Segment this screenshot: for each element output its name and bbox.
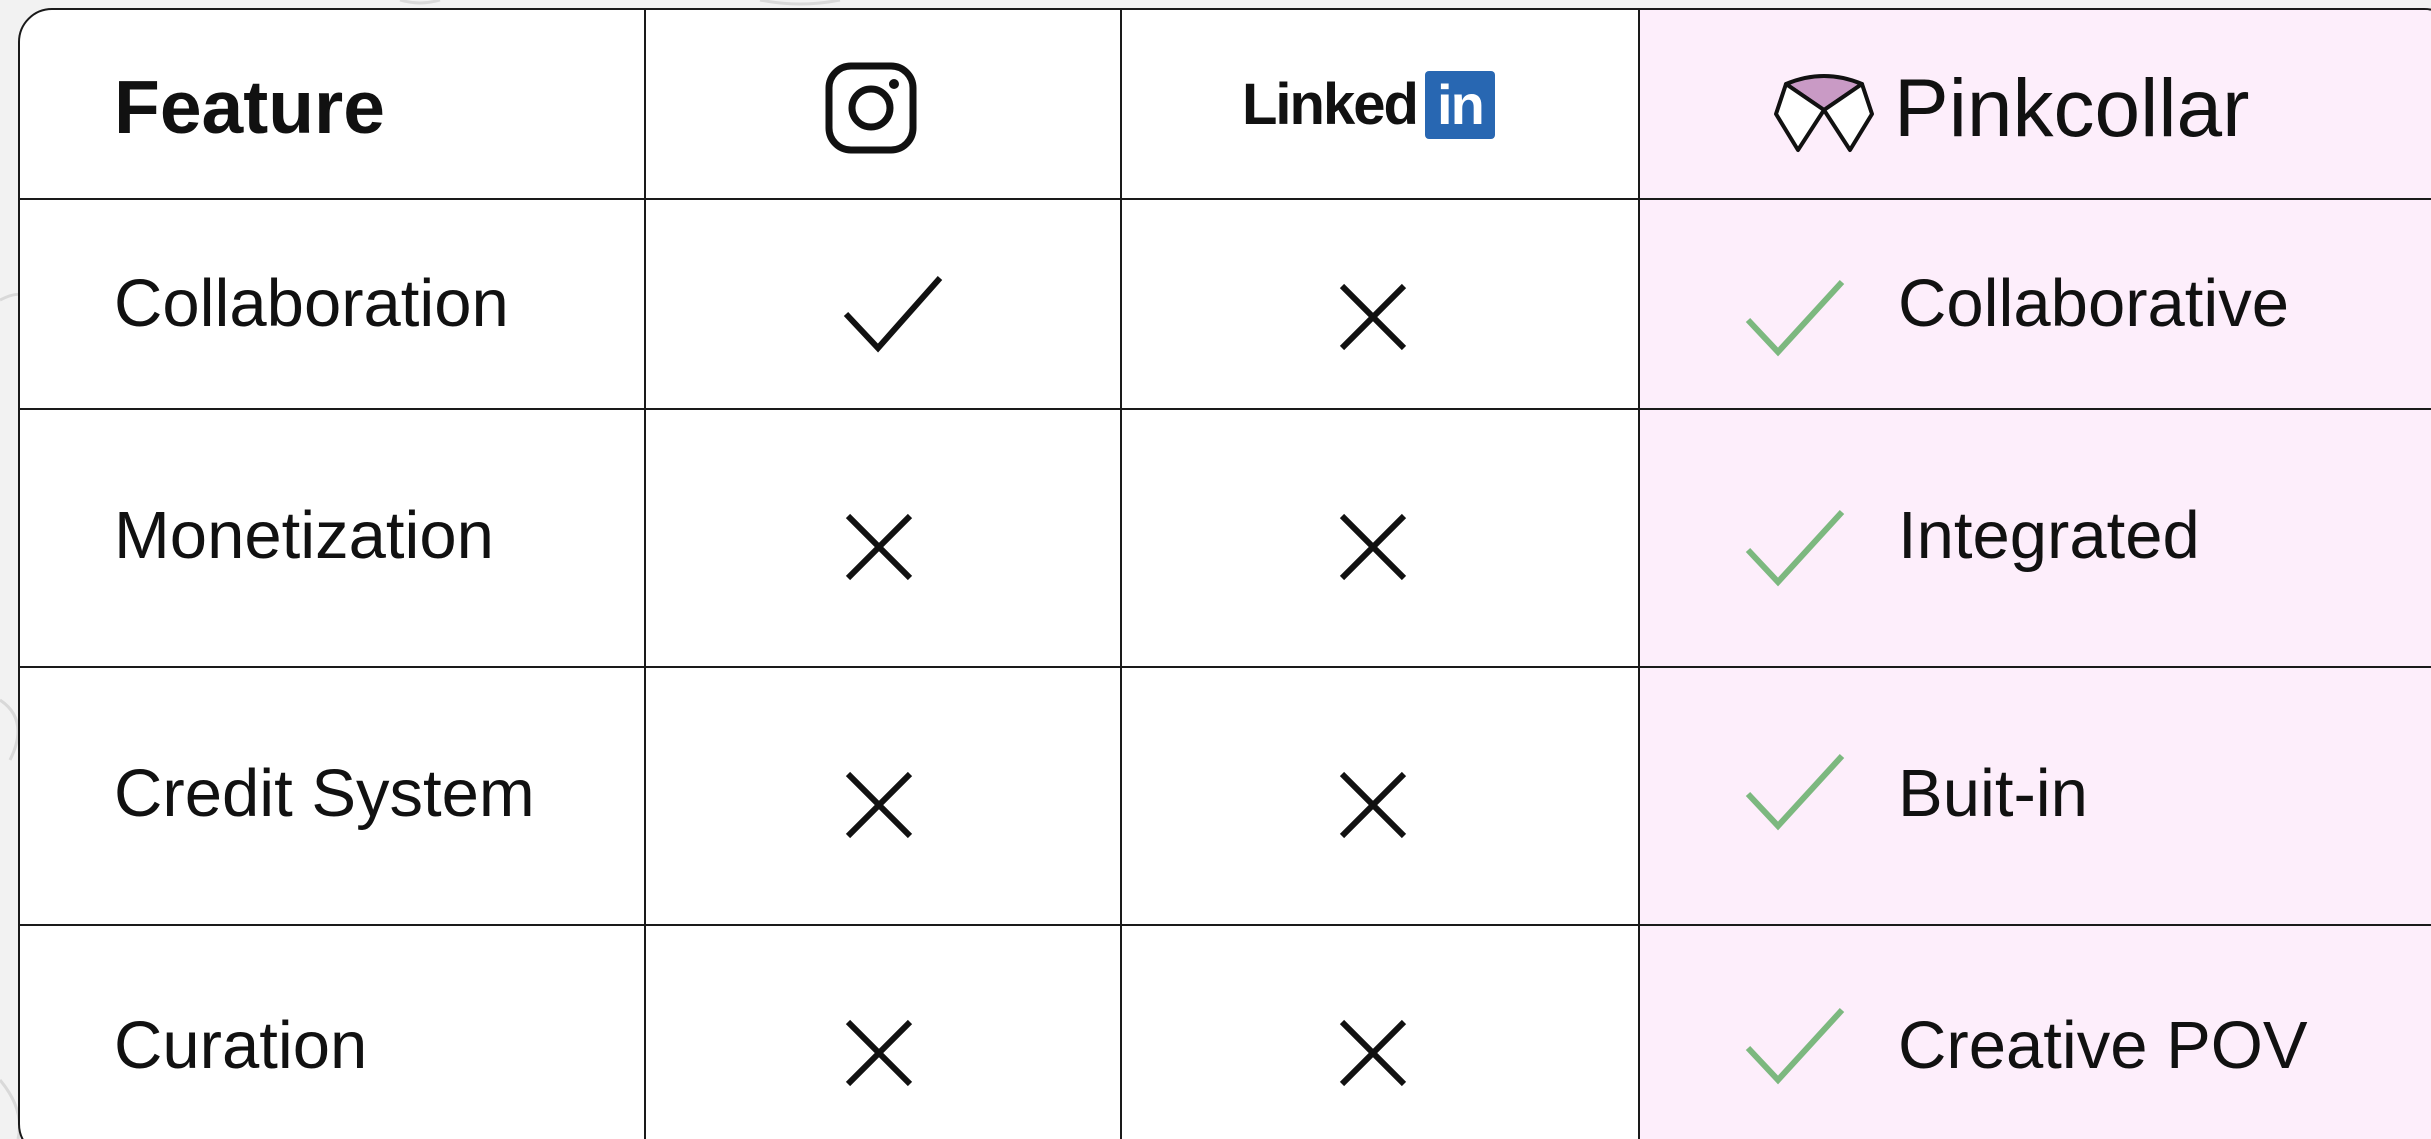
row-divider <box>20 924 2431 926</box>
cross-icon <box>1339 1019 1407 1087</box>
check-icon <box>1745 1007 1845 1085</box>
column-divider <box>1638 10 1640 1139</box>
instagram-icon <box>825 62 917 154</box>
row-divider <box>20 666 2431 668</box>
pinkcollar-value: Collaborative <box>1898 266 2290 341</box>
pinkcollar-value: Buit-in <box>1898 756 2088 831</box>
row-divider <box>20 198 2431 200</box>
row-divider <box>20 408 2431 410</box>
pinkcollar-value: Creative POV <box>1898 1008 2308 1083</box>
check-icon <box>1745 279 1845 357</box>
comparison-table: Feature Linked in Pinkcollar Collaborati… <box>18 8 2431 1139</box>
cross-icon <box>1339 513 1407 581</box>
cross-icon <box>1339 283 1407 351</box>
pinkcollar-logo-icon <box>1774 74 1874 152</box>
feature-label: Collaboration <box>114 266 509 341</box>
pinkcollar-value: Integrated <box>1898 498 2200 573</box>
cross-icon <box>1339 771 1407 839</box>
check-icon <box>843 276 943 353</box>
cross-icon <box>845 513 913 581</box>
linkedin-logo: Linked in <box>1242 68 1495 142</box>
check-icon <box>1745 509 1845 587</box>
column-divider <box>644 10 646 1139</box>
pinkcollar-brand-name: Pinkcollar <box>1894 63 2250 154</box>
feature-label: Curation <box>114 1008 368 1083</box>
linkedin-wordmark: Linked <box>1242 72 1419 137</box>
header-feature-label: Feature <box>114 65 385 149</box>
column-divider <box>1120 10 1122 1139</box>
feature-label: Credit System <box>114 756 535 831</box>
comparison-slide: Feature Linked in Pinkcollar Collaborati… <box>0 0 2431 1139</box>
linkedin-in-badge: in <box>1424 71 1495 139</box>
cross-icon <box>845 1019 913 1087</box>
cross-icon <box>845 771 913 839</box>
check-icon <box>1745 753 1845 831</box>
feature-label: Monetization <box>114 498 494 573</box>
